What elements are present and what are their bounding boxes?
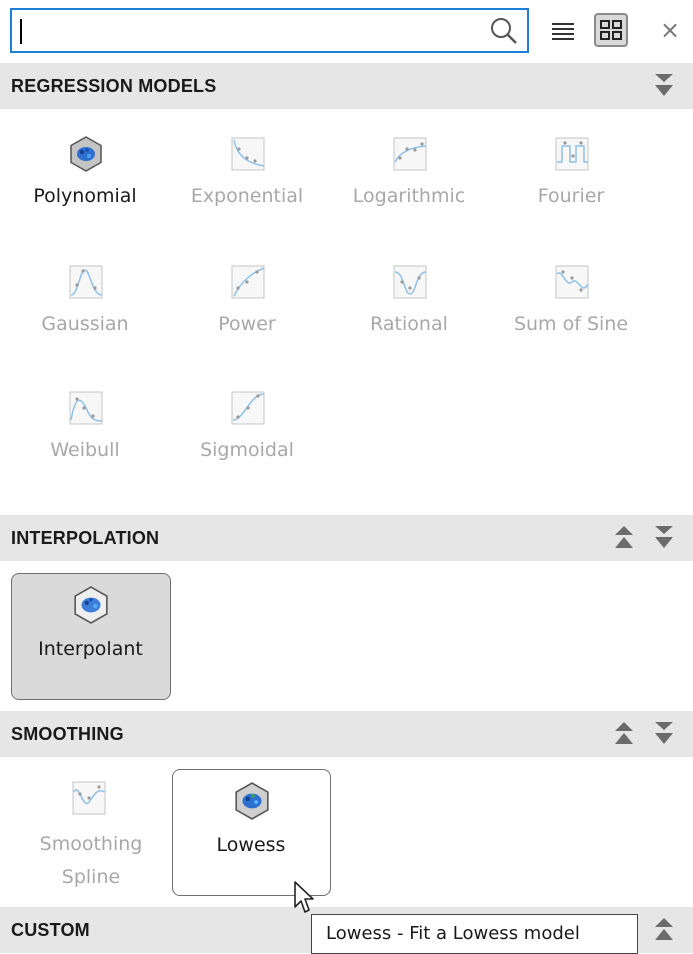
logarithmic-fit-icon	[393, 137, 427, 171]
search-field[interactable]	[10, 8, 529, 53]
item-label: Exponential	[190, 185, 304, 207]
power-fit-icon	[231, 265, 265, 299]
sum-of-sine-fit-icon	[555, 265, 589, 299]
lowess-fit-icon	[235, 782, 269, 820]
polynomial-fit-icon	[70, 136, 102, 172]
rational-fit-icon	[393, 265, 427, 299]
interpolant-fit-icon	[74, 586, 108, 624]
section-title: CUSTOM	[11, 920, 90, 940]
smoothing-spline-fit-icon	[72, 781, 106, 815]
weibull-fit-icon	[69, 391, 103, 425]
fourier-fit-icon	[555, 137, 589, 171]
section-title: INTERPOLATION	[11, 528, 160, 548]
item-label: Sum of Sine	[513, 313, 629, 335]
collapse-up-icon[interactable]	[612, 719, 636, 749]
list-view-icon[interactable]	[550, 18, 576, 44]
item-label: Polynomial	[33, 185, 137, 207]
section-header-interpolation[interactable]: INTERPOLATION	[0, 515, 693, 561]
item-label-line2: Spline	[61, 866, 121, 888]
gaussian-fit-icon	[69, 265, 103, 299]
tooltip: Lowess - Fit a Lowess model	[311, 914, 638, 954]
gallery-item-lowess[interactable]: Lowess	[172, 769, 331, 896]
section-title: REGRESSION MODELS	[11, 76, 217, 96]
collapse-up-icon[interactable]	[612, 523, 636, 553]
item-label: Fourier	[537, 185, 605, 207]
collapse-down-icon[interactable]	[652, 523, 676, 553]
section-header-smoothing[interactable]: SMOOTHING	[0, 711, 693, 757]
mouse-pointer-icon	[294, 881, 314, 913]
section-title: SMOOTHING	[11, 724, 124, 744]
item-label: Weibull	[50, 439, 120, 461]
grid-view-icon	[600, 20, 622, 40]
section-header-regression[interactable]: REGRESSION MODELS	[0, 63, 693, 109]
sigmoidal-fit-icon	[231, 391, 265, 425]
text-caret	[20, 19, 22, 44]
search-input[interactable]	[18, 16, 488, 45]
grid-view-button[interactable]	[594, 13, 628, 47]
collapse-up-icon[interactable]	[652, 915, 676, 945]
gallery-item-interpolant[interactable]: Interpolant	[11, 573, 171, 700]
item-label-line1: Smoothing	[39, 833, 143, 855]
collapse-down-icon[interactable]	[652, 71, 676, 101]
item-label: Power	[218, 313, 276, 335]
item-label: Logarithmic	[352, 185, 466, 207]
item-label: Lowess	[216, 834, 286, 856]
item-label: Sigmoidal	[200, 439, 294, 461]
item-label: Rational	[370, 313, 448, 335]
collapse-down-icon[interactable]	[652, 719, 676, 749]
item-label: Interpolant	[38, 638, 143, 660]
close-icon[interactable]: ×	[656, 15, 684, 45]
item-label: Gaussian	[41, 313, 129, 335]
search-icon[interactable]	[489, 16, 519, 46]
exponential-fit-icon	[231, 137, 265, 171]
